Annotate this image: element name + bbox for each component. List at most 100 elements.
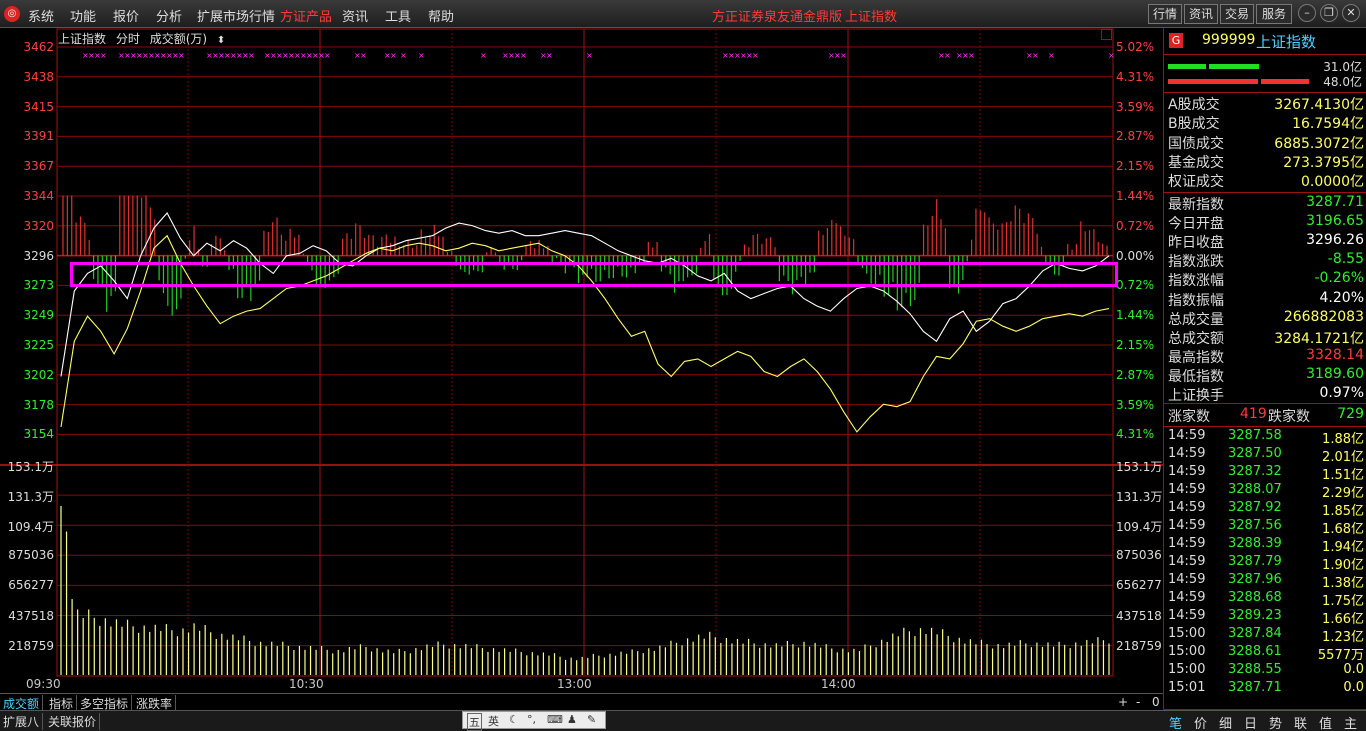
stat-label: 最新指数 (1168, 197, 1224, 213)
up-label: 涨家数 (1168, 409, 1210, 425)
menu-help[interactable]: 帮助 (428, 6, 454, 25)
menu-system[interactable]: 系统 (28, 6, 54, 25)
menu-info[interactable]: 资讯 (342, 6, 368, 25)
percent-axis-right-label: 1.44% (1116, 189, 1155, 203)
stat-label: 指数涨跌 (1168, 254, 1224, 271)
price-axis-left-label: 3178 (23, 397, 54, 412)
stat-label: 上证换手 (1168, 388, 1224, 404)
tick-time: 14:59 (1168, 428, 1206, 443)
stat-label: 最低指数 (1168, 368, 1224, 385)
app-logo-icon[interactable]: ◎ (4, 6, 20, 22)
tick-amount: 1.23亿 (1322, 630, 1364, 645)
moon-icon[interactable]: ☾ (509, 713, 519, 726)
stat-label: 指数涨幅 (1168, 273, 1224, 290)
sidebar-tab[interactable]: 主 (1344, 713, 1357, 731)
trade-button[interactable]: 交易 (1220, 4, 1254, 24)
tick-price: 3287.96 (1228, 572, 1282, 587)
tick-row: 14:59 3289.23 1.66亿 (1168, 608, 1364, 627)
sidebar-tab[interactable]: 势 (1269, 713, 1282, 731)
signal-marker: × (546, 51, 553, 60)
sidebar-tab[interactable]: 值 (1319, 713, 1332, 731)
ime-wubi[interactable]: 五 (467, 713, 482, 731)
signal-marker: × (100, 51, 107, 60)
punctuation-icon[interactable]: °, (527, 713, 536, 726)
percent-axis-right-label: 3.59% (1116, 397, 1155, 412)
percent-axis-right-label: 5.02% (1116, 40, 1155, 54)
volume-axis-left-label: 218759 (8, 638, 54, 653)
tick-row: 14:59 3287.58 1.88亿 (1168, 428, 1364, 447)
time-label-1400: 14:00 (821, 677, 856, 691)
volume-axis-left-label: 437518 (8, 608, 54, 623)
tick-row: 14:59 3288.07 2.29亿 (1168, 482, 1364, 501)
chart-header: 上证指数 分时 成交额(万) ⬍ (58, 30, 231, 47)
tick-time: 15:01 (1168, 680, 1206, 695)
zoom-out-button[interactable]: - (1136, 695, 1140, 709)
turnover-label: 国债成交 (1168, 135, 1224, 152)
chart-mode[interactable]: 分时 (116, 32, 140, 46)
percent-axis-right-label: 2.87% (1116, 129, 1155, 144)
volume-axis-right-label: 109.4万 (1116, 520, 1163, 535)
price-axis-left-label: 3202 (23, 367, 54, 382)
info-button[interactable]: 资讯 (1184, 4, 1218, 24)
sell-volume-bar-2 (1261, 79, 1309, 84)
turnover-label: A股成交 (1168, 97, 1220, 113)
series-line-index (60, 212, 1110, 377)
sidebar-tab[interactable]: 联 (1294, 713, 1307, 731)
menu-extended-market[interactable]: 扩展市场行情 (197, 6, 275, 25)
volume-axis-right-label: 437518 (1116, 608, 1162, 623)
percent-axis-right-label: 0.00% (1116, 248, 1155, 263)
signal-marker: × (1032, 51, 1039, 60)
intraday-chart[interactable]: × × × × × × × × × × × × × × × × × × × × × × × × × × × × × × × × × × × × × × × ×… (0, 28, 1163, 693)
buy-volume-bar-2 (1209, 64, 1259, 69)
wrench-icon[interactable]: ✎ (587, 713, 596, 726)
chart-expand-icon[interactable] (1101, 29, 1112, 40)
chart-indicator[interactable]: 成交额(万) (150, 32, 207, 46)
sidebar-tab[interactable]: 笔 (1169, 713, 1182, 731)
status-extended-eight[interactable]: 扩展八 (0, 713, 44, 730)
percent-axis-right-label: 0.72% (1116, 278, 1155, 293)
tick-row: 14:59 3288.39 1.94亿 (1168, 536, 1364, 555)
updown-arrow-icon[interactable]: ⬍ (217, 35, 225, 46)
menu-quote[interactable]: 报价 (113, 6, 139, 25)
security-code: 999999 (1202, 32, 1256, 48)
keyboard-icon[interactable]: ⌨ (547, 713, 563, 726)
user-icon[interactable]: ♟ (567, 713, 577, 726)
menu-fangzheng-products[interactable]: 方证产品 (280, 6, 332, 25)
volume-axis-left-label: 153.1万 (7, 460, 54, 474)
price-axis-left-label: 3296 (23, 248, 54, 263)
security-name: 上证指数 (1256, 33, 1317, 51)
stat-value: 0.97% (1319, 385, 1364, 401)
tick-price: 3289.23 (1228, 608, 1282, 623)
menu-tools[interactable]: 工具 (385, 6, 411, 25)
stat-value: 4.20% (1319, 289, 1364, 306)
stat-row: 指数振幅 4.20% (1168, 290, 1364, 309)
code-badge: G (1169, 33, 1183, 48)
signal-marker: × (400, 51, 407, 60)
service-button[interactable]: 服务 (1256, 4, 1292, 24)
tick-time: 15:00 (1168, 626, 1206, 641)
zoom-reset-button[interactable]: 0 (1152, 695, 1160, 709)
zoom-in-button[interactable]: + (1118, 695, 1128, 709)
turnover-row: B股成交 16.7594亿 (1168, 113, 1364, 132)
sidebar-tab[interactable]: 日 (1244, 713, 1257, 731)
menu-function[interactable]: 功能 (70, 6, 96, 25)
status-related-quote[interactable]: 关联报价 (45, 713, 101, 730)
minimize-icon[interactable]: – (1298, 4, 1316, 22)
quote-button[interactable]: 行情 (1148, 4, 1182, 24)
tick-price: 3287.92 (1228, 500, 1282, 515)
price-axis-left-label: 3225 (23, 338, 54, 352)
tick-amount: 0.0 (1343, 662, 1364, 677)
signal-marker: × (390, 51, 397, 60)
stat-row: 总成交额 3284.1721亿 (1168, 328, 1364, 347)
ime-english[interactable]: 英 (488, 713, 499, 729)
status-bar: 扩展八 关联报价 (0, 710, 1366, 731)
price-axis-left-label: 3367 (23, 159, 54, 174)
tick-price: 3288.61 (1228, 644, 1282, 659)
sidebar-tab[interactable]: 细 (1219, 713, 1232, 731)
sidebar-tab[interactable]: 价 (1194, 713, 1207, 731)
chart-security-name: 上证指数 (58, 32, 107, 46)
restore-icon[interactable]: ❐ (1320, 4, 1338, 22)
menu-analysis[interactable]: 分析 (156, 6, 182, 25)
selection-highlight (70, 262, 1118, 287)
close-icon[interactable]: ✕ (1342, 4, 1360, 22)
